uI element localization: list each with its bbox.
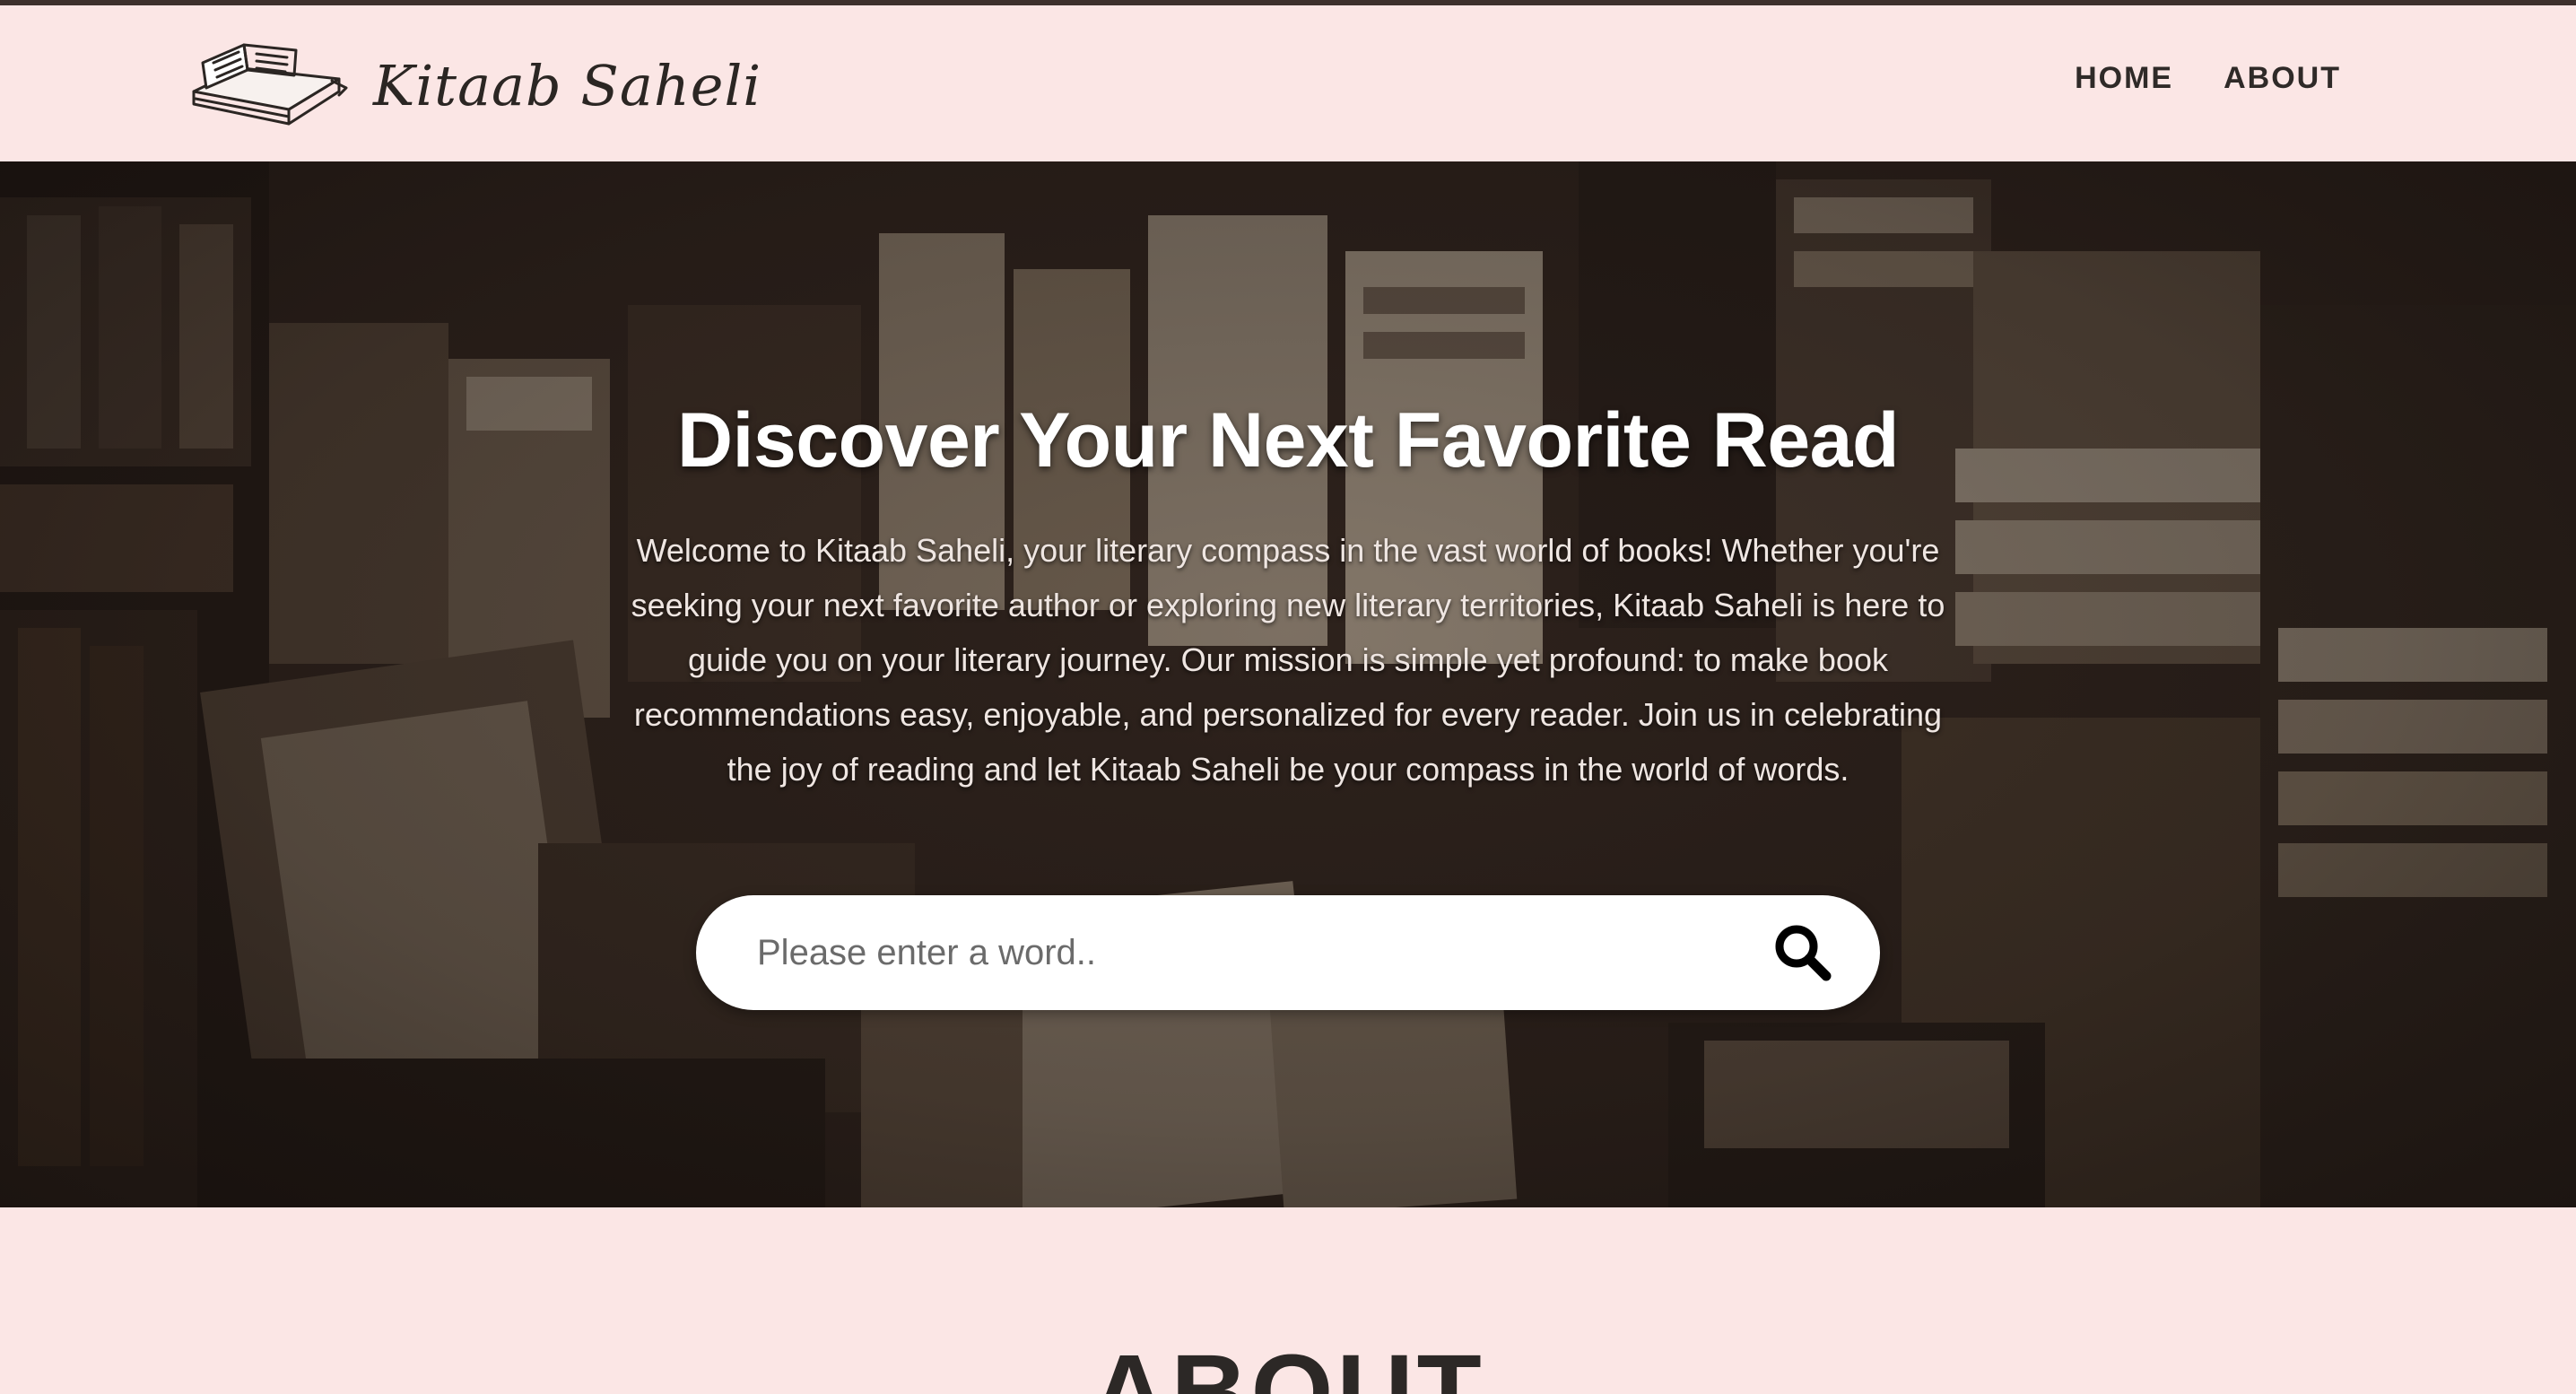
- hero-section: Discover Your Next Favorite Read Welcome…: [0, 161, 2576, 1207]
- main-nav: HOME ABOUT: [2075, 61, 2341, 96]
- open-book-icon: [192, 43, 348, 126]
- brand[interactable]: Kitaab Saheli: [188, 36, 761, 135]
- search-bar: [696, 895, 1880, 1010]
- search-input[interactable]: [757, 932, 1771, 973]
- about-section: ABOUT: [0, 1207, 2576, 1394]
- nav-home-link[interactable]: HOME: [2075, 61, 2173, 96]
- hero-description: Welcome to Kitaab Saheli, your literary …: [631, 532, 1945, 788]
- search-icon: [1775, 925, 1832, 981]
- about-heading: ABOUT: [1091, 1333, 1485, 1394]
- hero-title: Discover Your Next Favorite Read: [676, 397, 1900, 484]
- nav-about-link[interactable]: ABOUT: [2224, 61, 2341, 96]
- search-button[interactable]: [1771, 920, 1835, 985]
- navbar: Kitaab Saheli HOME ABOUT: [0, 5, 2576, 161]
- hero-content: Discover Your Next Favorite Read Welcome…: [0, 161, 2576, 1207]
- brand-name: Kitaab Saheli: [373, 52, 762, 118]
